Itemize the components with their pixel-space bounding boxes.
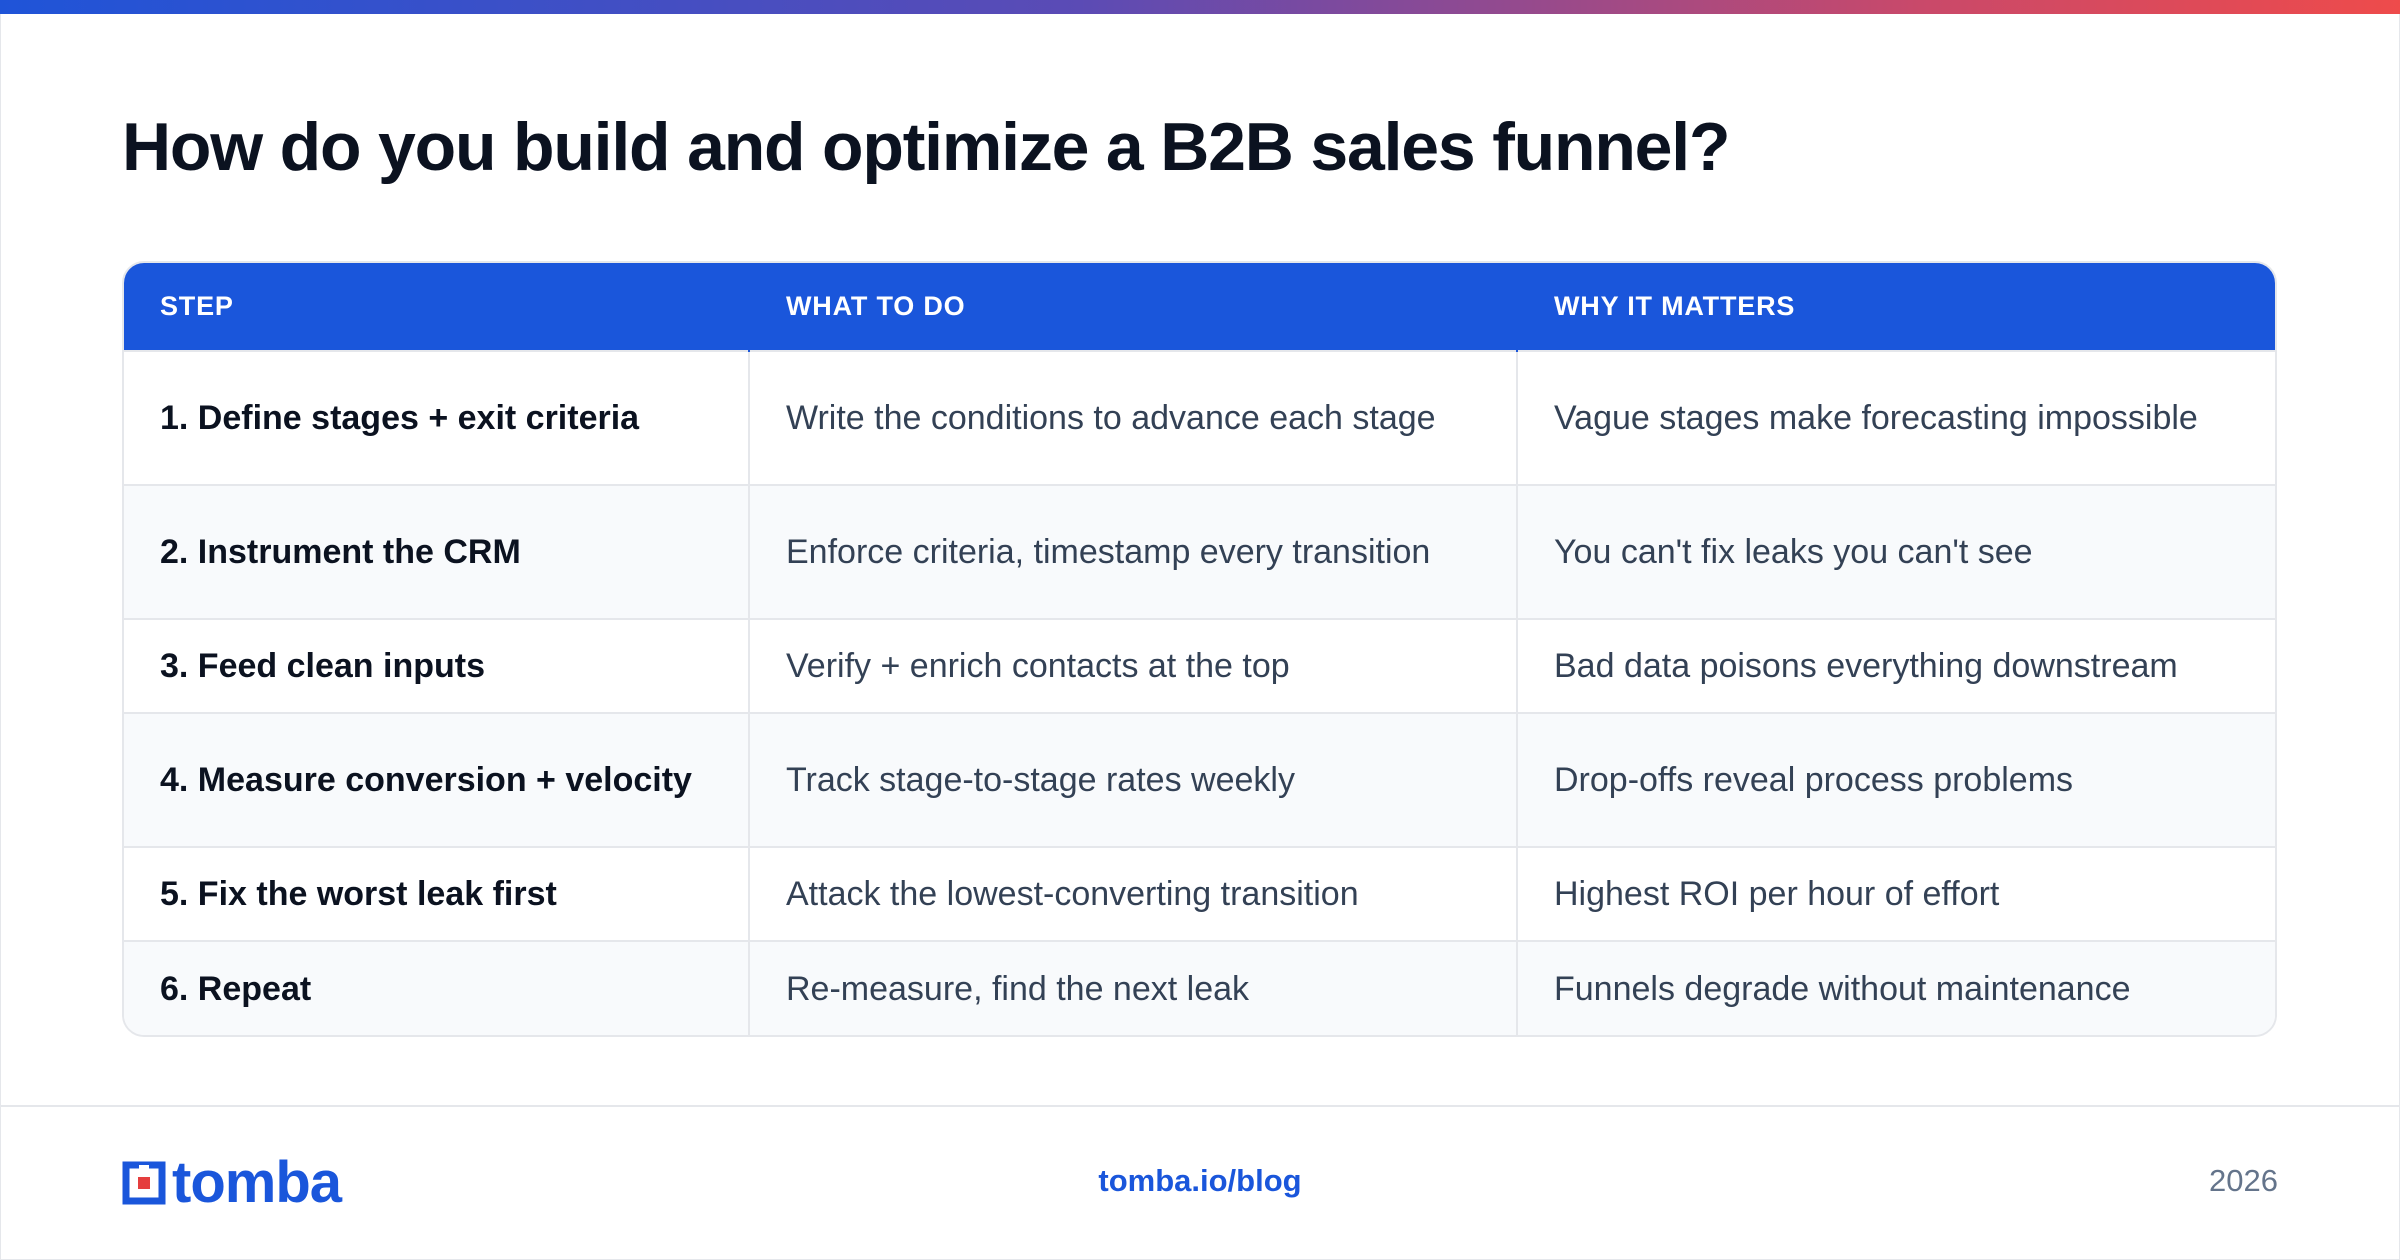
step-cell: 5. Fix the worst leak first bbox=[124, 846, 749, 941]
step-cell: 4. Measure conversion + velocity bbox=[124, 712, 749, 847]
why-cell: Bad data poisons everything downstream bbox=[1516, 618, 2275, 713]
step-cell: 6. Repeat bbox=[124, 940, 749, 1035]
footer-year: 2026 bbox=[2209, 1163, 2278, 1198]
what-cell: Verify + enrich contacts at the top bbox=[748, 618, 1517, 713]
header-why-it-matters: WHY IT MATTERS bbox=[1516, 263, 2275, 351]
table-row: 4. Measure conversion + velocity Track s… bbox=[124, 712, 2275, 847]
what-cell: Re-measure, find the next leak bbox=[748, 940, 1517, 1035]
footer-divider bbox=[0, 1105, 2400, 1107]
what-cell: Attack the lowest-converting transition bbox=[748, 846, 1517, 941]
why-cell: You can't fix leaks you can't see bbox=[1516, 484, 2275, 619]
what-cell: Write the conditions to advance each sta… bbox=[748, 350, 1517, 485]
table-row: 5. Fix the worst leak first Attack the l… bbox=[124, 846, 2275, 941]
table-header-row: STEP WHAT TO DO WHY IT MATTERS bbox=[124, 263, 2275, 351]
table-row: 1. Define stages + exit criteria Write t… bbox=[124, 350, 2275, 485]
what-cell: Enforce criteria, timestamp every transi… bbox=[748, 484, 1517, 619]
funnel-steps-table: STEP WHAT TO DO WHY IT MATTERS 1. Define… bbox=[122, 261, 2277, 1037]
gradient-top-bar bbox=[0, 0, 2400, 14]
step-cell: 2. Instrument the CRM bbox=[124, 484, 749, 619]
table-row: 3. Feed clean inputs Verify + enrich con… bbox=[124, 618, 2275, 713]
page-title: How do you build and optimize a B2B sale… bbox=[122, 109, 1731, 185]
what-cell: Track stage-to-stage rates weekly bbox=[748, 712, 1517, 847]
step-cell: 3. Feed clean inputs bbox=[124, 618, 749, 713]
why-cell: Vague stages make forecasting impossible bbox=[1516, 350, 2275, 485]
table-row: 2. Instrument the CRM Enforce criteria, … bbox=[124, 484, 2275, 619]
why-cell: Funnels degrade without maintenance bbox=[1516, 940, 2275, 1035]
step-cell: 1. Define stages + exit criteria bbox=[124, 350, 749, 485]
table-row: 6. Repeat Re-measure, find the next leak… bbox=[124, 940, 2275, 1035]
blog-url: tomba.io/blog bbox=[1098, 1163, 1302, 1198]
header-what-to-do: WHAT TO DO bbox=[748, 263, 1517, 351]
header-step: STEP bbox=[124, 263, 749, 351]
why-cell: Highest ROI per hour of effort bbox=[1516, 846, 2275, 941]
why-cell: Drop-offs reveal process problems bbox=[1516, 712, 2275, 847]
